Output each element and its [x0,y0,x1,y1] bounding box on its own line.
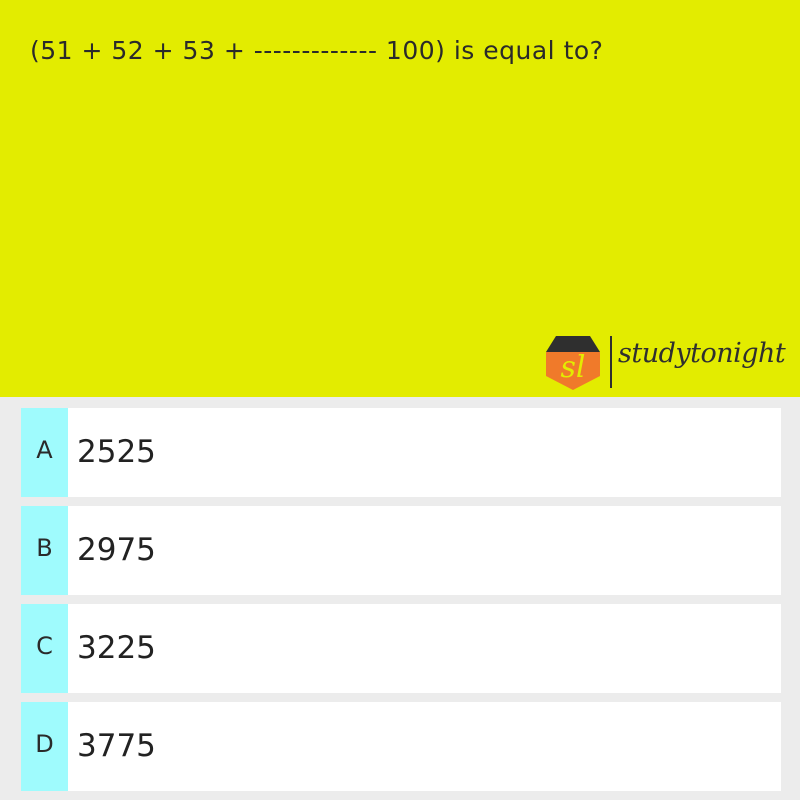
option-letter: D [21,702,68,791]
question-panel: (51 + 52 + 53 + ------------- 100) is eq… [0,0,800,397]
answer-options: A 2525 B 2975 C 3225 D 3775 [21,408,781,800]
logo-divider [610,336,612,388]
logo-badge-icon: sl [546,336,600,390]
option-c[interactable]: C 3225 [21,604,781,693]
question-text: (51 + 52 + 53 + ------------- 100) is eq… [30,36,604,65]
option-letter: A [21,408,68,497]
option-d[interactable]: D 3775 [21,702,781,791]
logo-badge-text: sl [561,350,586,385]
option-value: 2975 [77,532,156,568]
option-letter: B [21,506,68,595]
option-value: 2525 [77,434,156,470]
option-letter: C [21,604,68,693]
logo-wordmark: studytonight [618,338,786,369]
option-b[interactable]: B 2975 [21,506,781,595]
option-value: 3775 [77,728,156,764]
studytonight-logo: sl studytonight [540,330,800,394]
option-a[interactable]: A 2525 [21,408,781,497]
option-value: 3225 [77,630,156,666]
